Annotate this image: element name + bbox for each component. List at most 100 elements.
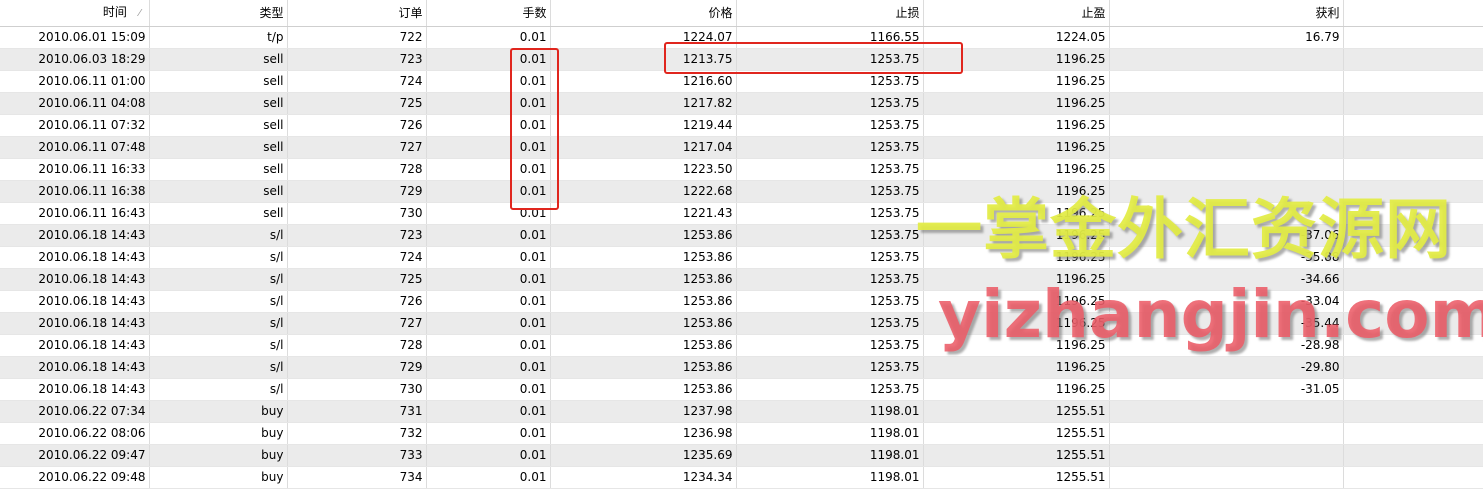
table-row[interactable]: 2010.06.18 14:43 s/l 725 0.01 1253.86 1253.75… [0, 268, 1483, 291]
cell-take-profit: 1196.25 [923, 70, 1110, 93]
cell-price: 1223.50 [550, 158, 737, 181]
cell-time: 2010.06.11 07:48 [0, 136, 150, 159]
cell-type: t/p [149, 26, 288, 49]
cell-lots: 0.01 [426, 290, 551, 313]
cell-price: 1253.86 [550, 334, 737, 357]
cell-stop-loss: 1253.75 [736, 356, 924, 379]
cell-filler [1343, 48, 1483, 71]
cell-type: sell [149, 158, 288, 181]
cell-lots: 0.01 [426, 444, 551, 467]
cell-filler [1343, 70, 1483, 93]
cell-order: 734 [287, 466, 427, 489]
cell-price: 1221.43 [550, 202, 737, 225]
cell-profit: -28.98 [1109, 334, 1344, 357]
table-row[interactable]: 2010.06.11 07:48 sell 727 0.01 1217.04 1253.7… [0, 136, 1483, 159]
cell-profit: -29.80 [1109, 356, 1344, 379]
cell-profit: -34.66 [1109, 268, 1344, 291]
cell-type: sell [149, 136, 288, 159]
table-row[interactable]: 2010.06.18 14:43 s/l 729 0.01 1253.86 1253.75… [0, 356, 1483, 379]
cell-type: s/l [149, 378, 288, 401]
cell-lots: 0.01 [426, 158, 551, 181]
cell-profit [1109, 136, 1344, 159]
cell-price: 1217.04 [550, 136, 737, 159]
cell-type: sell [149, 70, 288, 93]
cell-time: 2010.06.01 15:09 [0, 26, 150, 49]
column-header-type[interactable]: 类型 [149, 0, 288, 27]
cell-take-profit: 1196.25 [923, 312, 1110, 335]
table-row[interactable]: 2010.06.22 07:34 buy 731 0.01 1237.98 1198.01… [0, 400, 1483, 423]
table-row[interactable]: 2010.06.11 01:00 sell 724 0.01 1216.60 1253.7… [0, 70, 1483, 93]
cell-lots: 0.01 [426, 136, 551, 159]
table-row[interactable]: 2010.06.11 16:43 sell 730 0.01 1221.43 1253.7… [0, 202, 1483, 225]
column-header-lots[interactable]: 手数 [426, 0, 551, 27]
cell-price: 1253.86 [550, 378, 737, 401]
cell-price: 1235.69 [550, 444, 737, 467]
cell-stop-loss: 1253.75 [736, 158, 924, 181]
cell-lots: 0.01 [426, 378, 551, 401]
cell-stop-loss: 1253.75 [736, 334, 924, 357]
cell-type: s/l [149, 290, 288, 313]
table-row[interactable]: 2010.06.18 14:43 s/l 723 0.01 1253.86 1253.75… [0, 224, 1483, 247]
cell-lots: 0.01 [426, 180, 551, 203]
cell-price: 1253.86 [550, 290, 737, 313]
cell-price: 1213.75 [550, 48, 737, 71]
cell-profit [1109, 158, 1344, 181]
cell-price: 1253.86 [550, 356, 737, 379]
cell-price: 1253.86 [550, 312, 737, 335]
table-row[interactable]: 2010.06.18 14:43 s/l 724 0.01 1253.86 1253.75… [0, 246, 1483, 269]
table-row[interactable]: 2010.06.18 14:43 s/l 726 0.01 1253.86 1253.75… [0, 290, 1483, 313]
cell-time: 2010.06.18 14:43 [0, 334, 150, 357]
cell-take-profit: 1196.25 [923, 246, 1110, 269]
cell-order: 722 [287, 26, 427, 49]
cell-stop-loss: 1253.75 [736, 114, 924, 137]
cell-profit: -33.04 [1109, 290, 1344, 313]
column-header-profit[interactable]: 获利 [1109, 0, 1344, 27]
table-row[interactable]: 2010.06.11 16:38 sell 729 0.01 1222.68 1253.7… [0, 180, 1483, 203]
cell-order: 730 [287, 202, 427, 225]
table-row[interactable]: 2010.06.11 16:33 sell 728 0.01 1223.50 1253.7… [0, 158, 1483, 181]
trade-history-table: 时间 ⁄ 类型 订单 手数 价格 止损 止盈 获利 2010.06.01 15:0… [0, 0, 1483, 489]
table-row[interactable]: 2010.06.03 18:29 sell 723 0.01 1213.75 1253.7… [0, 48, 1483, 71]
cell-stop-loss: 1198.01 [736, 422, 924, 445]
table-row[interactable]: 2010.06.22 09:48 buy 734 0.01 1234.34 1198.01… [0, 466, 1483, 489]
cell-lots: 0.01 [426, 202, 551, 225]
cell-filler [1343, 26, 1483, 49]
cell-filler [1343, 92, 1483, 115]
table-row[interactable]: 2010.06.18 14:43 s/l 728 0.01 1253.86 1253.75… [0, 334, 1483, 357]
cell-type: s/l [149, 268, 288, 291]
cell-stop-loss: 1253.75 [736, 92, 924, 115]
cell-take-profit: 1196.25 [923, 356, 1110, 379]
cell-take-profit: 1196.25 [923, 334, 1110, 357]
cell-order: 728 [287, 334, 427, 357]
cell-time: 2010.06.11 16:38 [0, 180, 150, 203]
cell-take-profit: 1196.25 [923, 136, 1110, 159]
cell-type: s/l [149, 246, 288, 269]
column-header-price[interactable]: 价格 [550, 0, 737, 27]
table-row[interactable]: 2010.06.11 04:08 sell 725 0.01 1217.82 1253.7… [0, 92, 1483, 115]
column-header-time[interactable]: 时间 ⁄ [0, 0, 150, 27]
table-row[interactable]: 2010.06.22 08:06 buy 732 0.01 1236.98 1198.01… [0, 422, 1483, 445]
column-header-stop-loss[interactable]: 止损 [736, 0, 924, 27]
cell-order: 727 [287, 312, 427, 335]
cell-type: sell [149, 180, 288, 203]
table-row[interactable]: 2010.06.01 15:09 t/p 722 0.01 1224.07 1166.55… [0, 26, 1483, 49]
cell-type: sell [149, 92, 288, 115]
cell-filler [1343, 202, 1483, 225]
cell-take-profit: 1196.25 [923, 180, 1110, 203]
table-row[interactable]: 2010.06.18 14:43 s/l 727 0.01 1253.86 1253.75… [0, 312, 1483, 335]
cell-profit [1109, 466, 1344, 489]
cell-order: 729 [287, 356, 427, 379]
cell-stop-loss: 1253.75 [736, 136, 924, 159]
cell-take-profit: 1196.25 [923, 158, 1110, 181]
cell-take-profit: 1255.51 [923, 422, 1110, 445]
cell-time: 2010.06.22 09:47 [0, 444, 150, 467]
cell-price: 1237.98 [550, 400, 737, 423]
column-header-take-profit[interactable]: 止盈 [923, 0, 1110, 27]
column-header-label: 获利 [1315, 5, 1340, 20]
column-header-order[interactable]: 订单 [287, 0, 427, 27]
table-row[interactable]: 2010.06.18 14:43 s/l 730 0.01 1253.86 1253.75… [0, 378, 1483, 401]
table-row[interactable]: 2010.06.22 09:47 buy 733 0.01 1235.69 1198.01… [0, 444, 1483, 467]
cell-lots: 0.01 [426, 400, 551, 423]
table-row[interactable]: 2010.06.11 07:32 sell 726 0.01 1219.44 1253.7… [0, 114, 1483, 137]
cell-lots: 0.01 [426, 268, 551, 291]
